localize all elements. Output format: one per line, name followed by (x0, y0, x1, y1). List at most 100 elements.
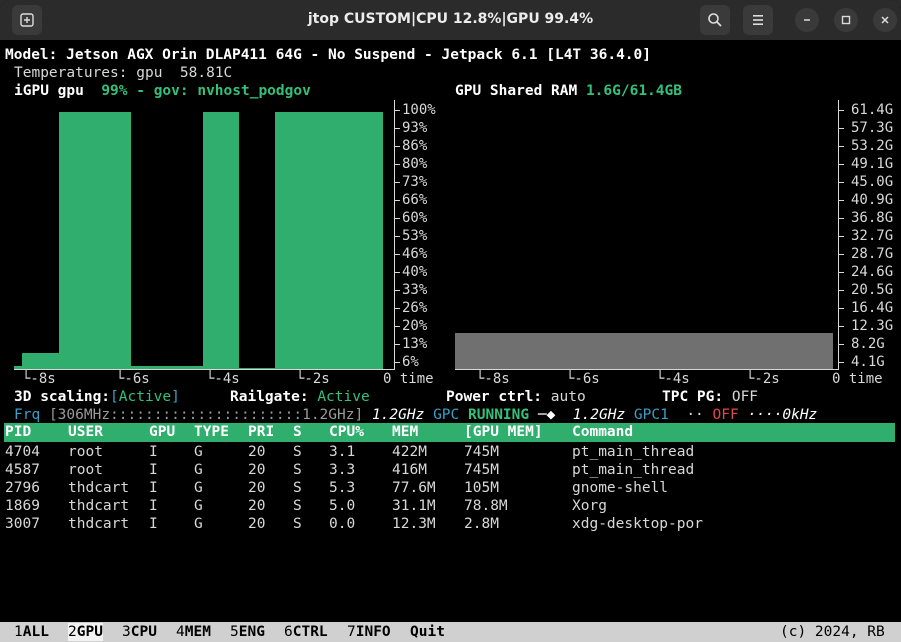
scaling-open-bracket: [ (110, 389, 119, 405)
gpu-y-tick-label: 60% (402, 210, 428, 226)
gpu-usage-bar (131, 366, 167, 369)
model-line: Model: Jetson AGX Orin DLAP411 64G - No … (5, 47, 652, 63)
gpu-y-tick-label: 53% (402, 228, 428, 244)
table-cell: 20 (248, 444, 266, 460)
ram-y-tick-mark (839, 218, 844, 219)
footer-tab-info[interactable]: 7INFO (347, 623, 391, 641)
table-row[interactable]: 4587 root I G 20 S 3.3 416M 745M pt_main_thread (0, 461, 901, 479)
footer-bar: 1ALL 2GPU 3CPU 4MEM 5ENG 6CTRL 7INFO Quit (c) … (0, 622, 901, 642)
gpu-panel-status: 99% - gov: nvhost_podgov (101, 83, 311, 99)
table-cell: S (293, 516, 302, 532)
col-state[interactable]: S (293, 423, 302, 441)
gpu-y-tick-label: 46% (402, 246, 428, 262)
gpu-chart-y-axis (394, 100, 395, 370)
col-gpu[interactable]: GPU (149, 423, 175, 441)
col-gpu-mem[interactable]: [GPU MEM] (464, 423, 543, 441)
gpu-usage-bar (239, 368, 275, 369)
table-row[interactable]: 2796 thdcart I G 20 S 5.3 77.6M 105M gnome-shell (0, 479, 901, 497)
table-cell: pt_main_thread (572, 462, 695, 478)
table-cell: 20 (248, 516, 266, 532)
maximize-icon (841, 15, 851, 25)
table-cell: thdcart (68, 516, 130, 532)
ram-y-tick-mark (839, 272, 844, 273)
ram-y-tick-label: 57.3G (851, 120, 894, 136)
table-cell: G (194, 444, 203, 460)
tpc-control: TPC PG: OFF (662, 388, 758, 406)
search-button[interactable] (700, 5, 730, 35)
minimize-button[interactable] (795, 8, 819, 32)
gpu-y-tick-label: 33% (402, 282, 428, 298)
footer-tab-number: 4 (176, 624, 185, 640)
maximize-button[interactable] (834, 8, 858, 32)
table-cell: 78.8M (464, 498, 508, 514)
ram-chart-y-axis (838, 100, 839, 370)
gpu-y-tick-label: 100% (402, 102, 436, 118)
gpu-y-tick-label: 20% (402, 318, 428, 334)
title-bar: jtop CUSTOM|CPU 12.8%|GPU 99.4% (0, 0, 901, 40)
scaling-value[interactable]: Active (119, 389, 171, 405)
scaling-close-bracket: ] (171, 389, 180, 405)
power-value: auto (550, 389, 586, 405)
table-cell: S (293, 480, 302, 496)
table-cell: thdcart (68, 480, 130, 496)
ram-y-tick-mark (839, 236, 844, 237)
footer-tab-number: 2 (68, 624, 77, 640)
table-cell: S (293, 462, 302, 478)
col-mem[interactable]: MEM (392, 423, 418, 441)
col-command[interactable]: Command (572, 423, 633, 441)
ram-y-tick-mark (839, 182, 844, 183)
footer-tab-number: 5 (230, 624, 239, 640)
footer-tab-eng[interactable]: 5ENG (230, 623, 265, 641)
table-cell: 416M (392, 462, 427, 478)
ram-y-tick-mark (839, 326, 844, 327)
col-pid[interactable]: PID (5, 423, 31, 441)
gpu-x-tick-label: └-6s (116, 371, 150, 387)
ram-y-tick-mark (839, 164, 844, 165)
col-pri[interactable]: PRI (248, 423, 274, 441)
temperatures-label: Temperatures: (14, 65, 128, 81)
minimize-icon (804, 19, 810, 21)
gpu-usage-bar (59, 112, 131, 369)
gpu-y-tick-label: 40% (402, 264, 428, 280)
gpu-panel-title: iGPU gpu (14, 83, 84, 99)
ram-x-tick-label: └-4s (656, 371, 690, 387)
table-row[interactable]: 4704 root I G 20 S 3.1 422M 745M pt_main_thread (0, 443, 901, 461)
gpu-x-tick-label: 0 time (383, 371, 434, 387)
footer-tab-cpu[interactable]: 3CPU (122, 623, 157, 641)
footer-tab-number: 7 (347, 624, 356, 640)
gpu-y-tick-label: 80% (402, 156, 428, 172)
gpu-y-tick-mark (395, 290, 400, 291)
table-row[interactable]: 1869 thdcart I G 20 S 5.0 31.1M 78.8M Xorg (0, 497, 901, 515)
col-user[interactable]: USER (68, 423, 103, 441)
quit-button[interactable]: Quit (410, 623, 445, 641)
terminal-window: jtop CUSTOM|CPU 12.8%|GPU 99.4% Model: J… (0, 0, 901, 642)
table-cell: Xorg (572, 498, 607, 514)
gpu-y-tick-mark (395, 128, 400, 129)
table-cell: pt_main_thread (572, 444, 695, 460)
footer-tab-all[interactable]: 1ALL (14, 623, 49, 641)
footer-tab-number: 1 (14, 624, 23, 640)
footer-tab-ctrl[interactable]: 6CTRL (284, 623, 328, 641)
table-cell: xdg-desktop-por (572, 516, 703, 532)
railgate-control: Railgate: Active (230, 388, 370, 406)
railgate-label: Railgate: (230, 389, 309, 405)
footer-tab-gpu[interactable]: 2GPU (68, 623, 103, 641)
table-cell: I (149, 444, 158, 460)
ram-y-tick-mark (839, 110, 844, 111)
temperatures-line: Temperatures: gpu 58.81C (14, 64, 232, 82)
gpc1-label: GPC1 (633, 407, 669, 423)
close-icon (881, 16, 889, 24)
tpc-label: TPC PG: (662, 389, 724, 405)
gpu-y-tick-mark (395, 326, 400, 327)
table-row[interactable]: 3007 thdcart I G 20 S 0.0 12.3M 2.8M xdg-desktop-… (0, 515, 901, 533)
ram-y-tick-label: 40.9G (851, 192, 894, 208)
col-cpu[interactable]: CPU% (329, 423, 364, 441)
gpc1-dots: ·· (686, 407, 704, 423)
ram-y-tick-mark (839, 344, 844, 345)
close-button[interactable] (873, 8, 897, 32)
footer-tab-mem[interactable]: 4MEM (176, 623, 211, 641)
menu-button[interactable] (743, 5, 773, 35)
col-type[interactable]: TYPE (194, 423, 229, 441)
power-label: Power ctrl: (446, 389, 543, 405)
table-cell: I (149, 462, 158, 478)
